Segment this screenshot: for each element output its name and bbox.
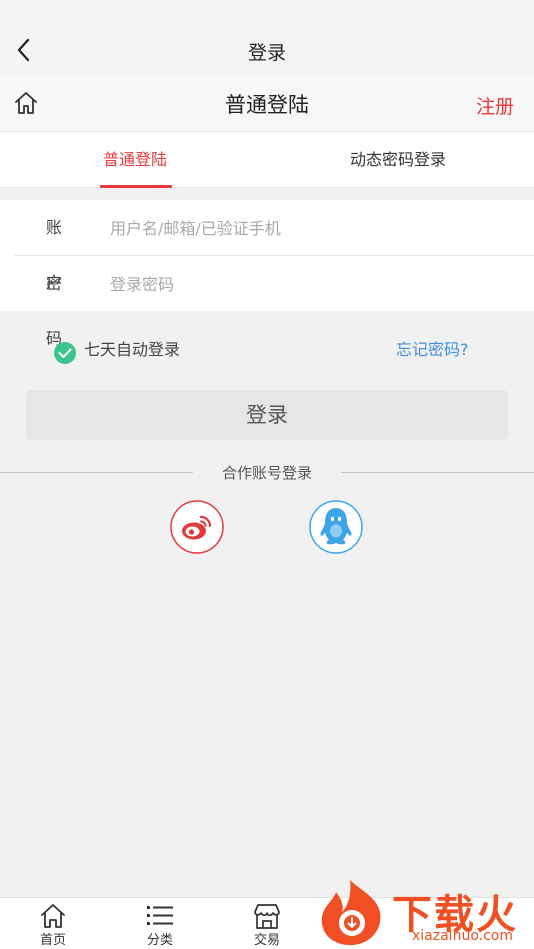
password-row: 密码: [0, 256, 534, 348]
qq-login-button[interactable]: [309, 500, 363, 554]
nav-label: 交易: [253, 933, 280, 948]
nav-category[interactable]: 分类: [125, 898, 195, 949]
register-link[interactable]: 注册: [476, 92, 514, 119]
forgot-password-link[interactable]: 忘记密码?: [396, 340, 469, 360]
login-form: 账户 密码: [0, 200, 534, 348]
divider-line: [0, 472, 193, 473]
login-tabs: 普通登陆 动态密码登录: [0, 132, 534, 188]
nav-trade[interactable]: 交易: [232, 898, 302, 949]
check-circle-icon: [54, 342, 76, 364]
auto-login-label: 七天自动登录: [84, 340, 181, 359]
login-mode-title: 普通登陆: [225, 93, 309, 117]
nav-home[interactable]: 首页: [18, 898, 88, 949]
sub-header: 普通登陆 注册: [0, 76, 534, 132]
partner-login-title: 合作账号登录: [221, 464, 312, 482]
tab-normal-login[interactable]: 普通登陆: [96, 132, 174, 188]
account-row: 账户: [0, 200, 534, 292]
watermark-url: xiazaihuo.com: [412, 928, 513, 944]
store-icon: [254, 904, 280, 929]
nav-label: 分类: [146, 933, 173, 948]
home-icon: [41, 904, 65, 928]
page-title: 登录: [247, 42, 286, 64]
nav-label: 首页: [39, 933, 66, 948]
weibo-login-button[interactable]: [170, 500, 224, 554]
flame-logo-icon: [321, 880, 381, 946]
login-button[interactable]: 登录: [26, 390, 508, 440]
top-bar: 登录: [0, 0, 534, 76]
watermark: 下载火 xiazaihuo.com: [310, 876, 534, 949]
tab-dynamic-password-login[interactable]: 动态密码登录: [330, 132, 466, 188]
active-tab-indicator: [100, 185, 172, 188]
list-icon: [147, 906, 173, 925]
divider-line: [341, 472, 534, 473]
password-input[interactable]: [110, 268, 510, 300]
account-input[interactable]: [110, 212, 510, 244]
